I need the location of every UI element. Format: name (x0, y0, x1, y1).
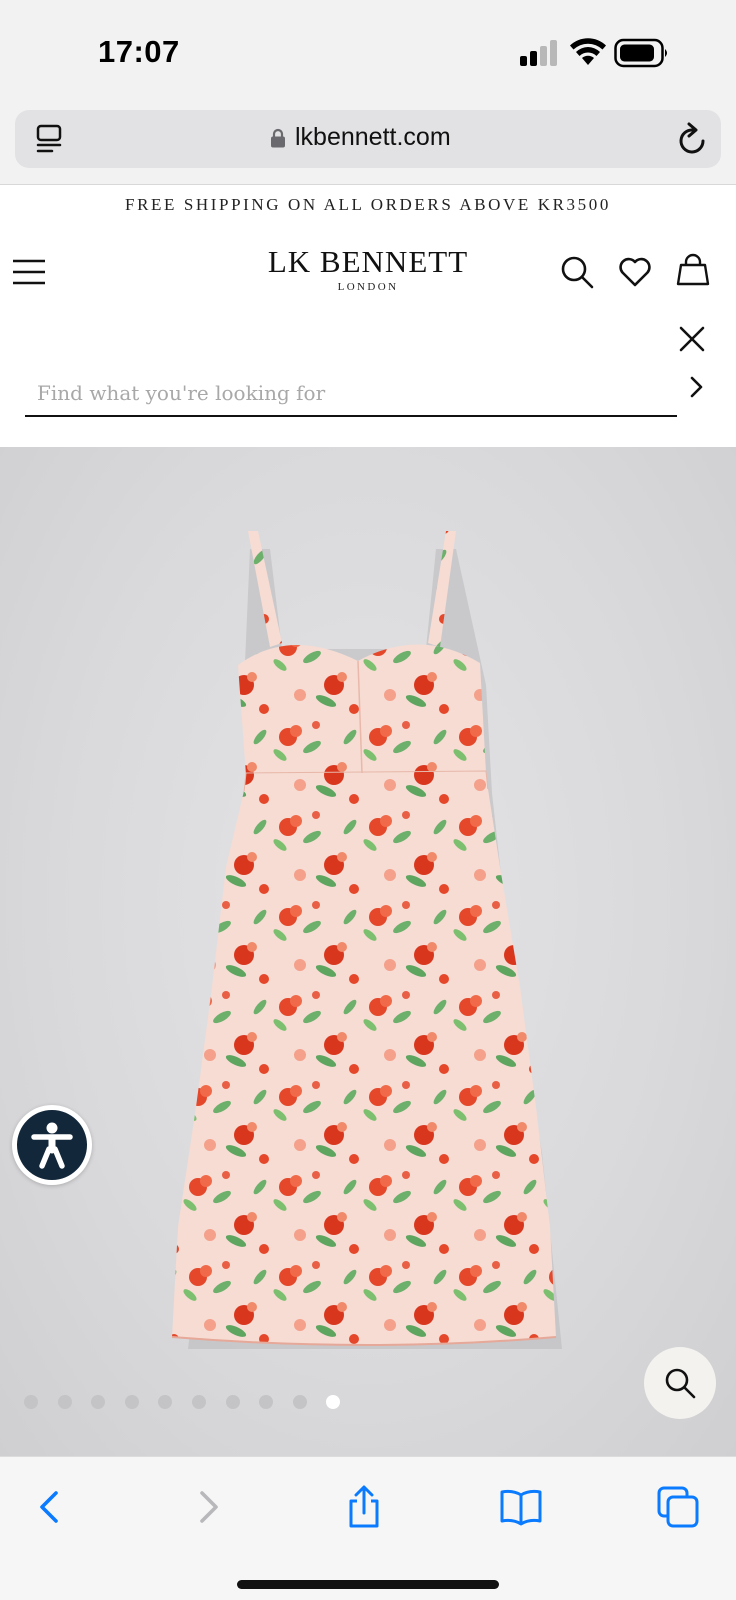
gallery-dot[interactable] (292, 1395, 307, 1409)
gallery-dot[interactable] (225, 1395, 240, 1409)
gallery-dot[interactable] (192, 1395, 206, 1409)
chevron-right-icon[interactable] (688, 373, 706, 401)
accessibility-button-inner (17, 1110, 87, 1180)
back-icon[interactable] (28, 1485, 72, 1529)
brand-logo[interactable]: LK BENNETT LONDON (230, 245, 506, 301)
heart-icon[interactable] (618, 255, 652, 289)
home-indicator (237, 1580, 499, 1589)
bookmarks-icon[interactable] (499, 1485, 543, 1529)
lock-icon (271, 128, 285, 148)
gallery-dot[interactable] (124, 1395, 139, 1409)
tabs-icon[interactable] (656, 1485, 700, 1529)
share-icon[interactable] (342, 1485, 386, 1529)
reader-mode-icon[interactable] (35, 124, 65, 154)
address-bar[interactable]: lkbennett.com (15, 110, 721, 168)
product-image-floral-dress[interactable] (0, 447, 736, 1457)
promo-banner: FREE SHIPPING ON ALL ORDERS ABOVE KR3500 (125, 195, 611, 214)
accessibility-icon (31, 1122, 73, 1169)
status-time: 17:07 (98, 34, 180, 69)
search-input[interactable] (25, 371, 677, 417)
battery-icon (614, 38, 667, 68)
gallery-dot[interactable] (57, 1395, 72, 1409)
brand-name: LK BENNETT (267, 244, 469, 279)
menu-icon[interactable] (12, 257, 46, 287)
close-icon[interactable] (678, 325, 706, 353)
product-gallery[interactable] (0, 447, 736, 1457)
search-icon[interactable] (560, 255, 594, 289)
wifi-icon (570, 38, 606, 65)
gallery-dot[interactable] (24, 1395, 38, 1409)
website-content: FREE SHIPPING ON ALL ORDERS ABOVE KR3500… (0, 184, 736, 1457)
browser-toolbar (0, 1456, 736, 1600)
zoom-button[interactable] (644, 1347, 716, 1419)
accessibility-button[interactable] (12, 1105, 92, 1185)
zoom-search-icon (665, 1368, 696, 1399)
bag-icon[interactable] (676, 253, 710, 287)
brand-subtitle: LONDON (337, 281, 399, 293)
signal-icon (520, 40, 557, 66)
reload-icon[interactable] (677, 122, 709, 156)
url-text: lkbennett.com (295, 123, 451, 151)
forward-icon[interactable] (186, 1485, 230, 1529)
status-bar: 17:07 (0, 0, 736, 104)
